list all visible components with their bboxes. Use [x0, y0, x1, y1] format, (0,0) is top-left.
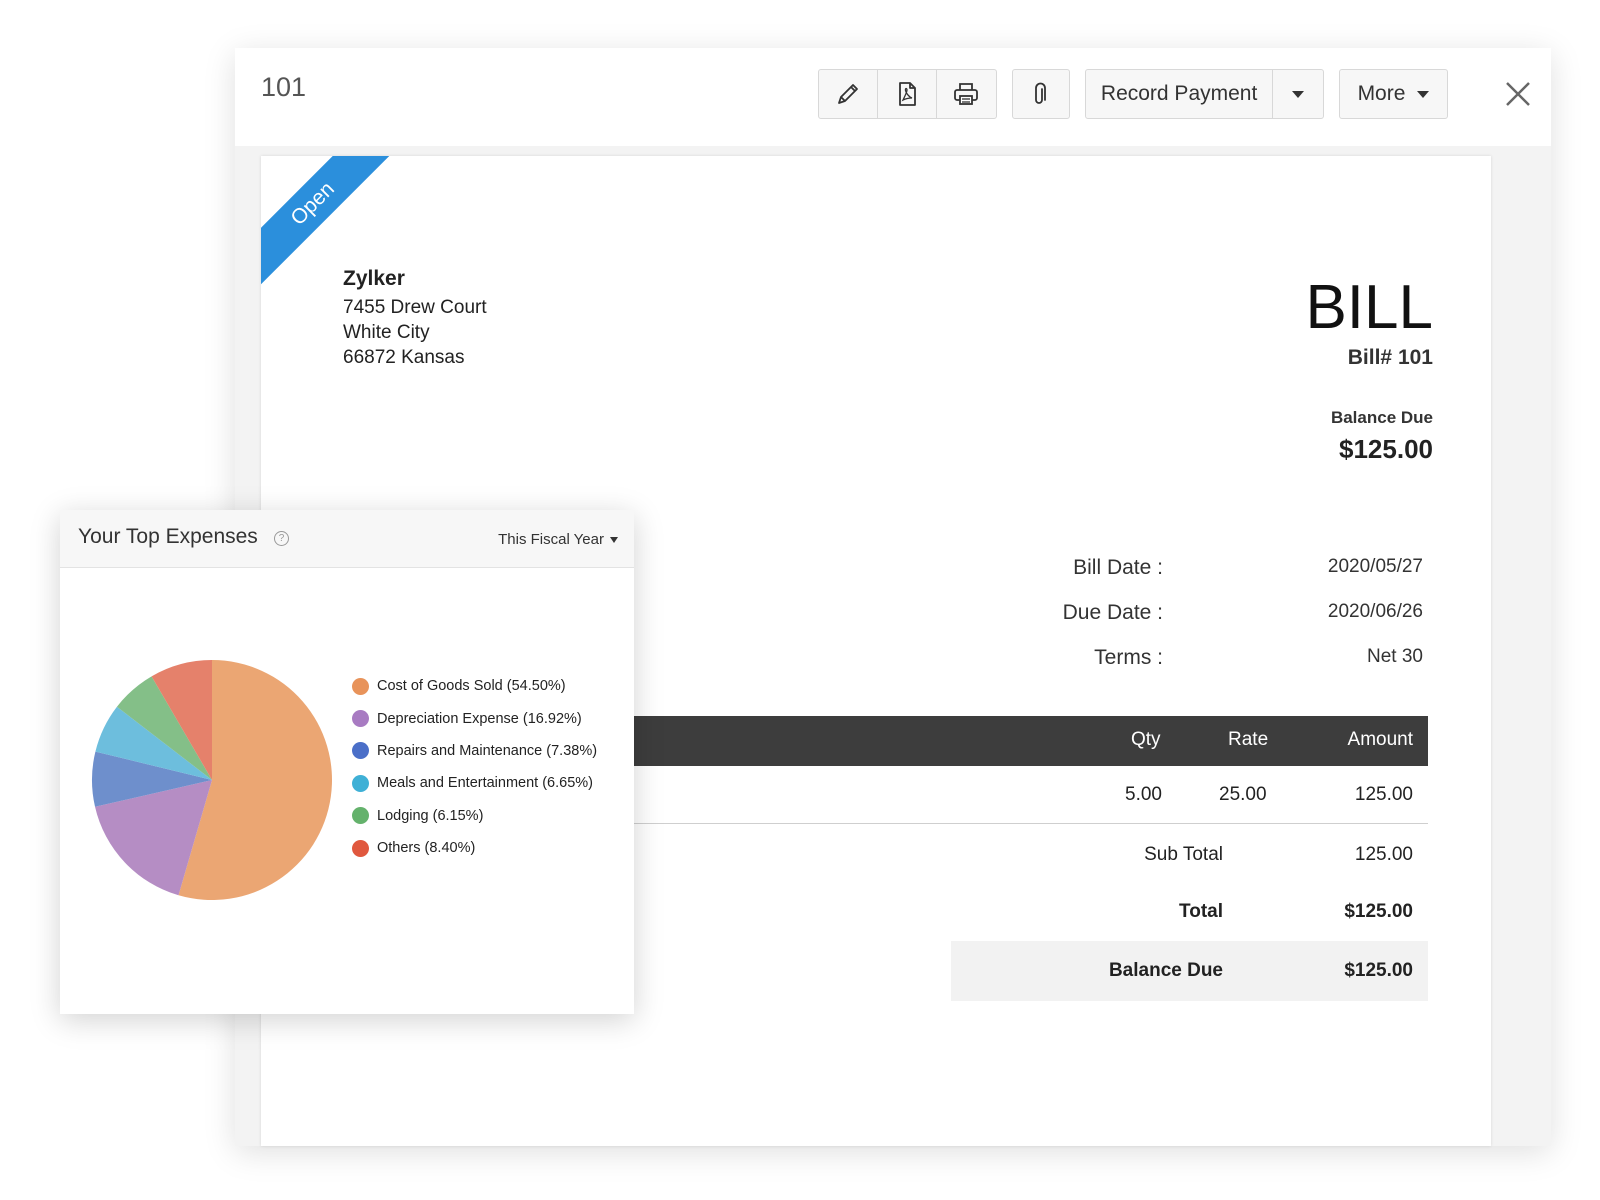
legend-label: Cost of Goods Sold (54.50%) — [377, 678, 566, 695]
bill-date-value: 2020/05/27 — [1327, 556, 1423, 577]
bill-date-label: Bill Date : — [1073, 556, 1163, 579]
legend-label: Lodging (6.15%) — [377, 807, 484, 824]
legend-swatch — [352, 742, 369, 760]
balance-due-label: Balance Due — [1330, 408, 1433, 427]
bill-toolbar: 101 Record Payment More — [235, 48, 1551, 146]
pdf-button[interactable] — [878, 70, 937, 118]
vendor-name: Zylker — [343, 267, 405, 290]
amount-cell: 125.00 — [1354, 784, 1413, 805]
terms-row: Terms : Net 30 — [961, 646, 1423, 676]
close-button[interactable] — [1502, 78, 1534, 110]
balance-due-total-value: $125.00 — [1344, 960, 1413, 981]
vendor-address-line: 66872 Kansas — [343, 347, 465, 368]
legend-swatch — [352, 807, 369, 825]
chevron-down-icon — [610, 536, 618, 543]
legend-label: Meals and Entertainment (6.65%) — [377, 775, 593, 792]
vendor-address-line: White City — [343, 322, 430, 343]
qty-column-header: Qty — [1131, 729, 1161, 750]
legend-item[interactable]: Lodging (6.15%) — [352, 800, 597, 832]
widget-title: Your Top Expenses — [78, 525, 258, 548]
printer-icon — [954, 83, 979, 105]
vendor-address-line: 7455 Drew Court — [343, 297, 487, 318]
legend-label: Repairs and Maintenance (7.38%) — [377, 742, 598, 759]
total-label: Total — [1179, 901, 1223, 922]
rate-cell: 25.00 — [1219, 784, 1267, 805]
pencil-icon — [838, 84, 858, 104]
top-expenses-widget: Your Top Expenses ? This Fiscal Year Cos… — [60, 510, 634, 1014]
bill-number: Bill# 101 — [1347, 346, 1433, 369]
expenses-pie-chart — [91, 660, 332, 900]
window-title: 101 — [261, 72, 307, 102]
balance-due-total-label: Balance Due — [1108, 960, 1223, 981]
rate-column-header: Rate — [1228, 729, 1269, 750]
attach-button[interactable] — [1013, 70, 1069, 118]
record-payment-button[interactable]: Record Payment — [1086, 70, 1274, 118]
due-date-label: Due Date : — [1062, 601, 1163, 624]
legend-item[interactable]: Meals and Entertainment (6.65%) — [352, 767, 597, 799]
document-heading: BILL — [1305, 273, 1433, 342]
attachment-group — [1012, 69, 1070, 119]
legend-item[interactable]: Others (8.40%) — [352, 832, 597, 864]
legend-swatch — [352, 839, 369, 857]
amount-column-header: Amount — [1347, 729, 1413, 750]
widget-header: Your Top Expenses ? This Fiscal Year — [60, 510, 634, 568]
more-menu-group: More — [1339, 69, 1448, 119]
period-label: This Fiscal Year — [498, 531, 604, 548]
paperclip-icon — [1035, 82, 1046, 104]
bill-date-row: Bill Date : 2020/05/27 — [961, 556, 1423, 586]
chevron-down-icon — [1417, 90, 1430, 98]
period-dropdown[interactable]: This Fiscal Year — [498, 531, 618, 548]
terms-label: Terms : — [1094, 646, 1163, 669]
terms-value: Net 30 — [1367, 646, 1423, 667]
more-button[interactable]: More — [1340, 70, 1447, 118]
document-actions-group — [818, 69, 997, 119]
record-payment-group: Record Payment — [1085, 69, 1324, 119]
chart-legend: Cost of Goods Sold (54.50%) Depreciation … — [352, 670, 597, 864]
close-icon — [1506, 82, 1530, 106]
legend-label: Others (8.40%) — [377, 840, 476, 857]
due-date-value: 2020/06/26 — [1327, 601, 1423, 622]
legend-item[interactable]: Repairs and Maintenance (7.38%) — [352, 735, 597, 767]
legend-swatch — [352, 710, 369, 728]
due-date-row: Due Date : 2020/06/26 — [961, 601, 1423, 631]
sub-total-label: Sub Total — [1144, 844, 1223, 865]
chevron-down-icon — [1292, 90, 1305, 98]
total-value: $125.00 — [1344, 901, 1413, 922]
print-button[interactable] — [937, 70, 996, 118]
legend-label: Depreciation Expense (16.92%) — [377, 710, 582, 727]
legend-swatch — [352, 774, 369, 792]
more-label: More — [1357, 82, 1406, 105]
legend-item[interactable]: Cost of Goods Sold (54.50%) — [352, 670, 597, 702]
sub-total-value: 125.00 — [1354, 844, 1413, 865]
record-payment-dropdown[interactable] — [1273, 70, 1323, 118]
balance-due-amount: $125.00 — [1339, 434, 1433, 464]
vendor-address: Zylker 7455 Drew Court White City 66872 … — [343, 266, 487, 370]
pdf-icon — [899, 82, 916, 106]
help-circle-icon[interactable]: ? — [274, 531, 289, 546]
edit-button[interactable] — [819, 70, 878, 118]
legend-item[interactable]: Depreciation Expense (16.92%) — [352, 702, 597, 734]
legend-swatch — [352, 677, 369, 695]
qty-cell: 5.00 — [1125, 784, 1162, 805]
